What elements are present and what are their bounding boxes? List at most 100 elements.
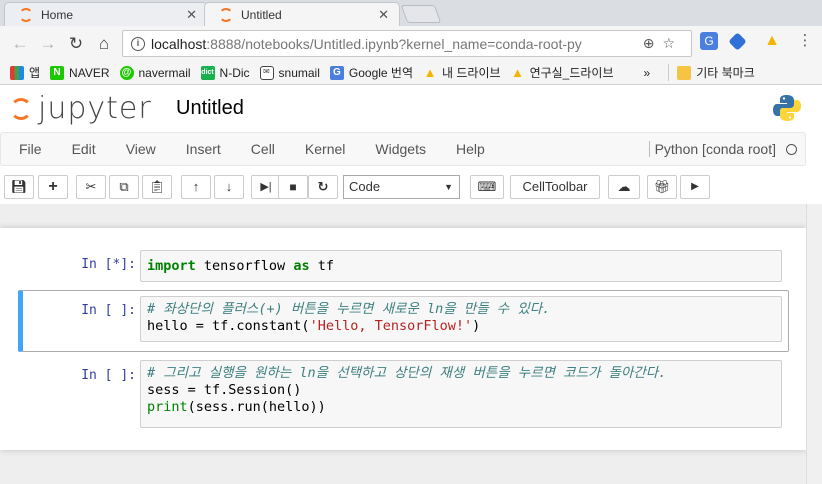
cut-button[interactable]: ✂ bbox=[76, 175, 106, 199]
stop-icon: ■ bbox=[289, 180, 297, 194]
menu-cell[interactable]: Cell bbox=[236, 141, 290, 157]
bookmark-snumail[interactable]: ✉ snumail bbox=[259, 65, 320, 80]
menu-help[interactable]: Help bbox=[441, 141, 500, 157]
info-icon[interactable]: i bbox=[131, 36, 145, 51]
notebook-area: In [*]: import tensorflow as tf In [ ]: … bbox=[0, 204, 822, 484]
run-button[interactable]: ▶| bbox=[251, 175, 281, 199]
code-input[interactable]: # 그리고 실행을 원하는 ln을 선택하고 상단의 재생 버튼을 누르면 코드… bbox=[140, 360, 782, 428]
bookmark-other-folder[interactable]: 기타 북마크 bbox=[668, 64, 755, 81]
plus-icon: + bbox=[48, 178, 58, 195]
interrupt-button[interactable]: ■ bbox=[278, 175, 308, 199]
notebook-toolbar: 💾︎ + ✂ ⧉ 📋︎ ↑ ↓ ▶| ■ ↻ Code ▼ ⌨ CellTool… bbox=[0, 168, 822, 204]
input-prompt: In [ ]: bbox=[81, 303, 136, 318]
notebook-container: In [*]: import tensorflow as tf In [ ]: … bbox=[0, 228, 806, 450]
move-down-button[interactable]: ↓ bbox=[214, 175, 244, 199]
cell-type-select[interactable]: Code ▼ bbox=[343, 175, 460, 199]
scissors-icon: ✂ bbox=[85, 179, 97, 194]
save-button[interactable]: 💾︎ bbox=[4, 175, 34, 199]
translate-extension-icon[interactable]: G bbox=[700, 32, 718, 50]
present-button[interactable]: ▶ bbox=[680, 175, 710, 199]
copy-icon: ⧉ bbox=[119, 179, 129, 194]
jupyter-logo-icon bbox=[10, 97, 32, 120]
bookmark-ndic[interactable]: dict N-Dic bbox=[200, 65, 250, 80]
upload-button[interactable]: ☁ bbox=[608, 175, 640, 199]
bookmark-google-translate[interactable]: G Google 번역 bbox=[329, 64, 413, 81]
zoom-icon[interactable]: ⊕ bbox=[643, 35, 663, 51]
back-arrow-icon[interactable]: ← bbox=[6, 34, 34, 54]
command-palette-button[interactable]: ⌨ bbox=[470, 175, 504, 199]
menu-insert[interactable]: Insert bbox=[171, 141, 236, 157]
celltoolbar-button[interactable]: CellToolbar bbox=[510, 175, 600, 199]
url-host: localhost bbox=[151, 35, 207, 52]
scrollbar[interactable] bbox=[806, 204, 822, 484]
youtube-play-icon: ▶ bbox=[691, 181, 699, 192]
menu-kernel[interactable]: Kernel bbox=[290, 141, 360, 157]
move-up-button[interactable]: ↑ bbox=[181, 175, 211, 199]
code-input[interactable]: # 좌상단의 플러스(+) 버튼을 누르면 새로운 ln을 만들 수 있다. h… bbox=[140, 296, 782, 342]
tab-untitled[interactable]: Untitled ✕ bbox=[204, 2, 400, 26]
restart-icon: ↻ bbox=[317, 179, 329, 194]
save-icon: 💾︎ bbox=[10, 179, 28, 194]
restart-button[interactable]: ↻ bbox=[308, 175, 338, 199]
step-forward-icon: ▶| bbox=[260, 181, 272, 193]
url-path: :8888/notebooks/Untitled.ipynb?kernel_na… bbox=[206, 35, 582, 52]
bookmark-naver[interactable]: N NAVER bbox=[50, 65, 110, 80]
code-cell-2[interactable]: In [ ]: # 좌상단의 플러스(+) 버튼을 누르면 새로운 ln을 만들… bbox=[18, 290, 789, 352]
jupyter-favicon-icon bbox=[19, 7, 33, 22]
url-input[interactable]: i localhost:8888/notebooks/Untitled.ipyn… bbox=[122, 30, 692, 57]
bookmark-apps[interactable]: 앱 bbox=[10, 64, 40, 81]
code-cell-1[interactable]: In [*]: import tensorflow as tf bbox=[18, 248, 789, 284]
jupyter-header: jupyter Untitled bbox=[0, 85, 822, 130]
apps-grid-icon bbox=[10, 65, 24, 80]
new-tab-button[interactable] bbox=[400, 5, 442, 23]
menu-view[interactable]: View bbox=[111, 141, 171, 157]
folder-icon bbox=[677, 65, 692, 80]
input-prompt: In [*]: bbox=[81, 257, 136, 272]
close-icon[interactable]: ✕ bbox=[378, 7, 389, 23]
menu-edit[interactable]: Edit bbox=[57, 141, 111, 157]
bookmarks-more-button[interactable]: » bbox=[644, 66, 651, 80]
drive-icon: ▲ bbox=[423, 64, 437, 80]
forward-arrow-icon[interactable]: → bbox=[34, 34, 62, 54]
menu-widgets[interactable]: Widgets bbox=[360, 141, 441, 157]
extension-diamond-icon[interactable] bbox=[728, 32, 747, 51]
chevron-down-icon: ▼ bbox=[444, 182, 453, 192]
star-icon[interactable]: ☆ bbox=[662, 35, 683, 51]
paste-button[interactable]: 📋︎ bbox=[142, 175, 172, 199]
jupyter-favicon-icon bbox=[219, 7, 233, 22]
drive-icon: ▲ bbox=[511, 64, 524, 80]
notebook-title[interactable]: Untitled bbox=[176, 97, 244, 120]
address-toolbar: ← → ↻ ⌂ i localhost:8888/notebooks/Untit… bbox=[0, 26, 822, 61]
bookmark-navermail[interactable]: @ navermail bbox=[119, 65, 191, 80]
navermail-icon: @ bbox=[119, 65, 134, 80]
insert-cell-button[interactable]: + bbox=[38, 175, 68, 199]
tab-label: Untitled bbox=[241, 7, 282, 22]
drive-extension-icon[interactable]: ▲ bbox=[763, 32, 781, 50]
close-icon[interactable]: ✕ bbox=[186, 7, 197, 23]
gift-button[interactable]: 🎁︎ bbox=[647, 175, 677, 199]
naver-icon: N bbox=[50, 65, 65, 80]
keyboard-icon: ⌨ bbox=[477, 179, 497, 194]
reload-icon[interactable]: ↻ bbox=[62, 34, 90, 54]
code-input[interactable]: import tensorflow as tf bbox=[140, 250, 782, 282]
home-icon[interactable]: ⌂ bbox=[90, 34, 118, 54]
bookmark-my-drive[interactable]: ▲ 내 드라이브 bbox=[423, 64, 501, 81]
tab-home[interactable]: Home ✕ bbox=[4, 2, 208, 26]
code-cell-3[interactable]: In [ ]: # 그리고 실행을 원하는 ln을 선택하고 상단의 재생 버튼… bbox=[18, 358, 789, 430]
ndic-icon: dict bbox=[200, 65, 215, 80]
jupyter-logo[interactable]: jupyter bbox=[10, 91, 152, 126]
menu-file[interactable]: File bbox=[1, 141, 57, 157]
logo-text: jupyter bbox=[38, 91, 152, 126]
kernel-indicator[interactable]: Python [conda root] bbox=[648, 141, 797, 157]
menu-dots-icon[interactable]: ⋮ bbox=[796, 32, 814, 50]
tab-label: Home bbox=[41, 7, 74, 22]
copy-button[interactable]: ⧉ bbox=[109, 175, 139, 199]
kernel-name: Python [conda root] bbox=[654, 141, 776, 157]
google-translate-icon: G bbox=[329, 65, 344, 80]
bookmark-lab-drive[interactable]: ▲ 연구실_드라이브 bbox=[511, 64, 613, 81]
input-prompt: In [ ]: bbox=[81, 368, 136, 383]
paste-icon: 📋︎ bbox=[148, 179, 166, 194]
arrow-down-icon: ↓ bbox=[225, 179, 233, 194]
cell-type-value: Code bbox=[349, 179, 381, 194]
arrow-up-icon: ↑ bbox=[192, 179, 200, 194]
